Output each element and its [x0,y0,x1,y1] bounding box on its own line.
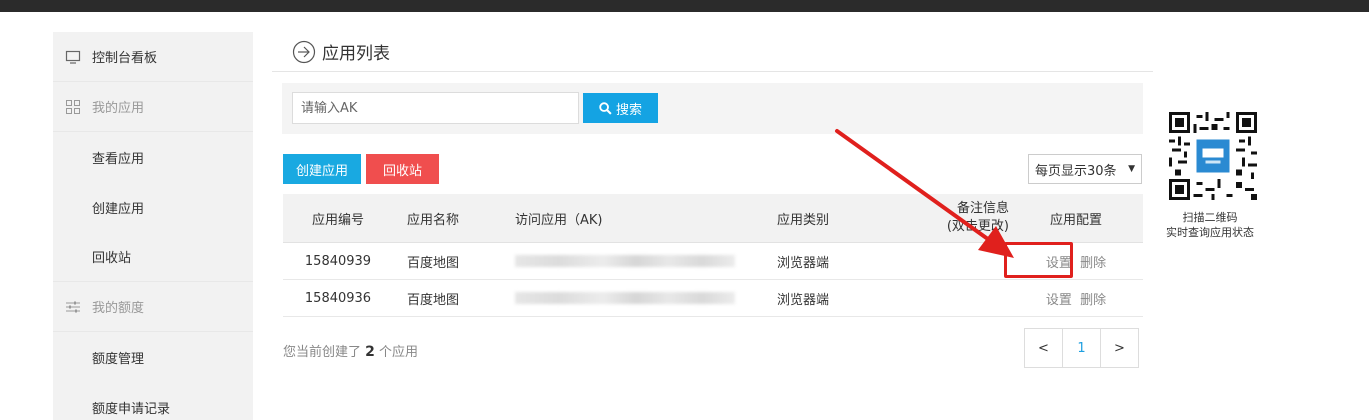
sidebar-item-label: 我的应用 [92,101,145,116]
pagination-page[interactable]: 1 [1062,328,1101,368]
delete-link[interactable]: 删除 [1080,256,1106,271]
header-category: 应用类别 [777,212,830,228]
sidebar-item-recycle-bin[interactable]: 回收站 [53,232,253,282]
delete-link[interactable]: 删除 [1080,293,1106,308]
app-count-prefix: 您当前创建了 [283,345,362,360]
per-page-value: 每页显示30条 [1035,163,1117,179]
header-app-id: 应用编号 [311,212,364,228]
sidebar-item-dashboard[interactable]: 控制台看板 [53,32,253,82]
sidebar-group-my-apps[interactable]: 我的应用 [53,82,253,132]
sidebar-group-my-quota[interactable]: 我的额度 [53,282,253,332]
top-bar [0,0,1369,12]
table-header: 应用编号 应用名称 访问应用（AK) 应用类别 备注信息 (双击更改) 应用配置 [283,194,1143,243]
per-page-select[interactable]: 每页显示30条 ▼ [1028,154,1142,184]
sidebar: 控制台看板 我的应用 查看应用 创建应用 回收站 我的额度 额度管理 额度申请记… [53,32,253,420]
qr-panel: 扫描二维码 实时查询应用状态 [1158,112,1262,240]
sidebar-item-label: 查看应用 [92,151,145,167]
table-row: 15840936 百度地图 浏览器端 设置 删除 [283,280,1143,317]
pagination-next[interactable]: > [1100,328,1139,368]
header-remark-line2: (双击更改) [946,219,1009,234]
sidebar-item-label: 控制台看板 [92,51,158,66]
page-header: 应用列表 [272,32,1153,72]
cell-config: 设置 删除 [1009,252,1143,271]
sidebar-item-label: 创建应用 [92,201,145,217]
settings-link[interactable]: 设置 [1046,293,1072,308]
sliders-icon [66,301,80,312]
page-title: 应用列表 [322,44,390,64]
monitor-icon [65,50,81,64]
qr-code-icon [1169,112,1257,200]
search-button-label: 搜索 [615,102,642,118]
cell-ak[interactable] [473,254,735,269]
caret-down-icon: ▼ [1128,164,1135,174]
search-icon [599,101,612,115]
ak-redacted [515,292,735,304]
sidebar-item-quota-management[interactable]: 额度管理 [53,332,253,382]
qr-caption-2: 实时查询应用状态 [1166,226,1254,239]
cell-category: 浏览器端 [777,292,830,308]
header-remark-line1: 备注信息 [956,201,1009,216]
main-content: 应用列表 搜索 创建应用 回收站 每页显示30条 ▼ 应用编号 应用名称 访问应… [272,32,1153,368]
sidebar-item-label: 额度管理 [92,351,145,367]
ak-redacted [515,255,735,267]
search-input[interactable] [292,92,579,124]
header-remark: 备注信息 (双击更改) [909,200,1009,236]
header-ak: 访问应用（AK) [515,212,603,228]
sidebar-item-label: 回收站 [92,251,132,266]
arrow-circle-right-icon [292,40,316,63]
create-app-button[interactable]: 创建应用 [283,154,361,184]
header-config: 应用配置 [1049,212,1102,228]
app-count-value: 2 [365,344,375,360]
app-count-text: 您当前创建了 2 个应用 [283,341,418,360]
sidebar-item-create-app[interactable]: 创建应用 [53,182,253,232]
sidebar-item-label: 我的额度 [92,301,145,316]
cell-ak[interactable] [473,291,735,306]
cell-app-id: 15840936 [304,290,372,306]
qr-caption-1: 扫描二维码 [1182,211,1238,224]
settings-link[interactable]: 设置 [1046,256,1072,271]
sidebar-item-view-apps[interactable]: 查看应用 [53,132,253,182]
sidebar-item-quota-requests[interactable]: 额度申请记录 [53,382,253,420]
recycle-bin-button[interactable]: 回收站 [366,154,439,184]
pagination-prev[interactable]: < [1024,328,1063,368]
table-row: 15840939 百度地图 浏览器端 设置 删除 [283,243,1143,280]
cell-app-id: 15840939 [304,253,372,269]
pagination: < 1 > [1024,328,1139,368]
grid-icon [66,99,80,114]
header-app-name: 应用名称 [406,212,459,228]
search-button[interactable]: 搜索 [583,93,658,123]
cell-config: 设置 删除 [1009,289,1143,308]
cell-app-name: 百度地图 [406,292,459,308]
cell-app-name: 百度地图 [406,255,459,271]
cell-category: 浏览器端 [777,255,830,271]
search-bar: 搜索 [282,83,1143,134]
app-count-suffix: 个应用 [379,345,419,360]
sidebar-item-label: 额度申请记录 [92,401,171,417]
apps-table: 应用编号 应用名称 访问应用（AK) 应用类别 备注信息 (双击更改) 应用配置… [283,194,1143,317]
